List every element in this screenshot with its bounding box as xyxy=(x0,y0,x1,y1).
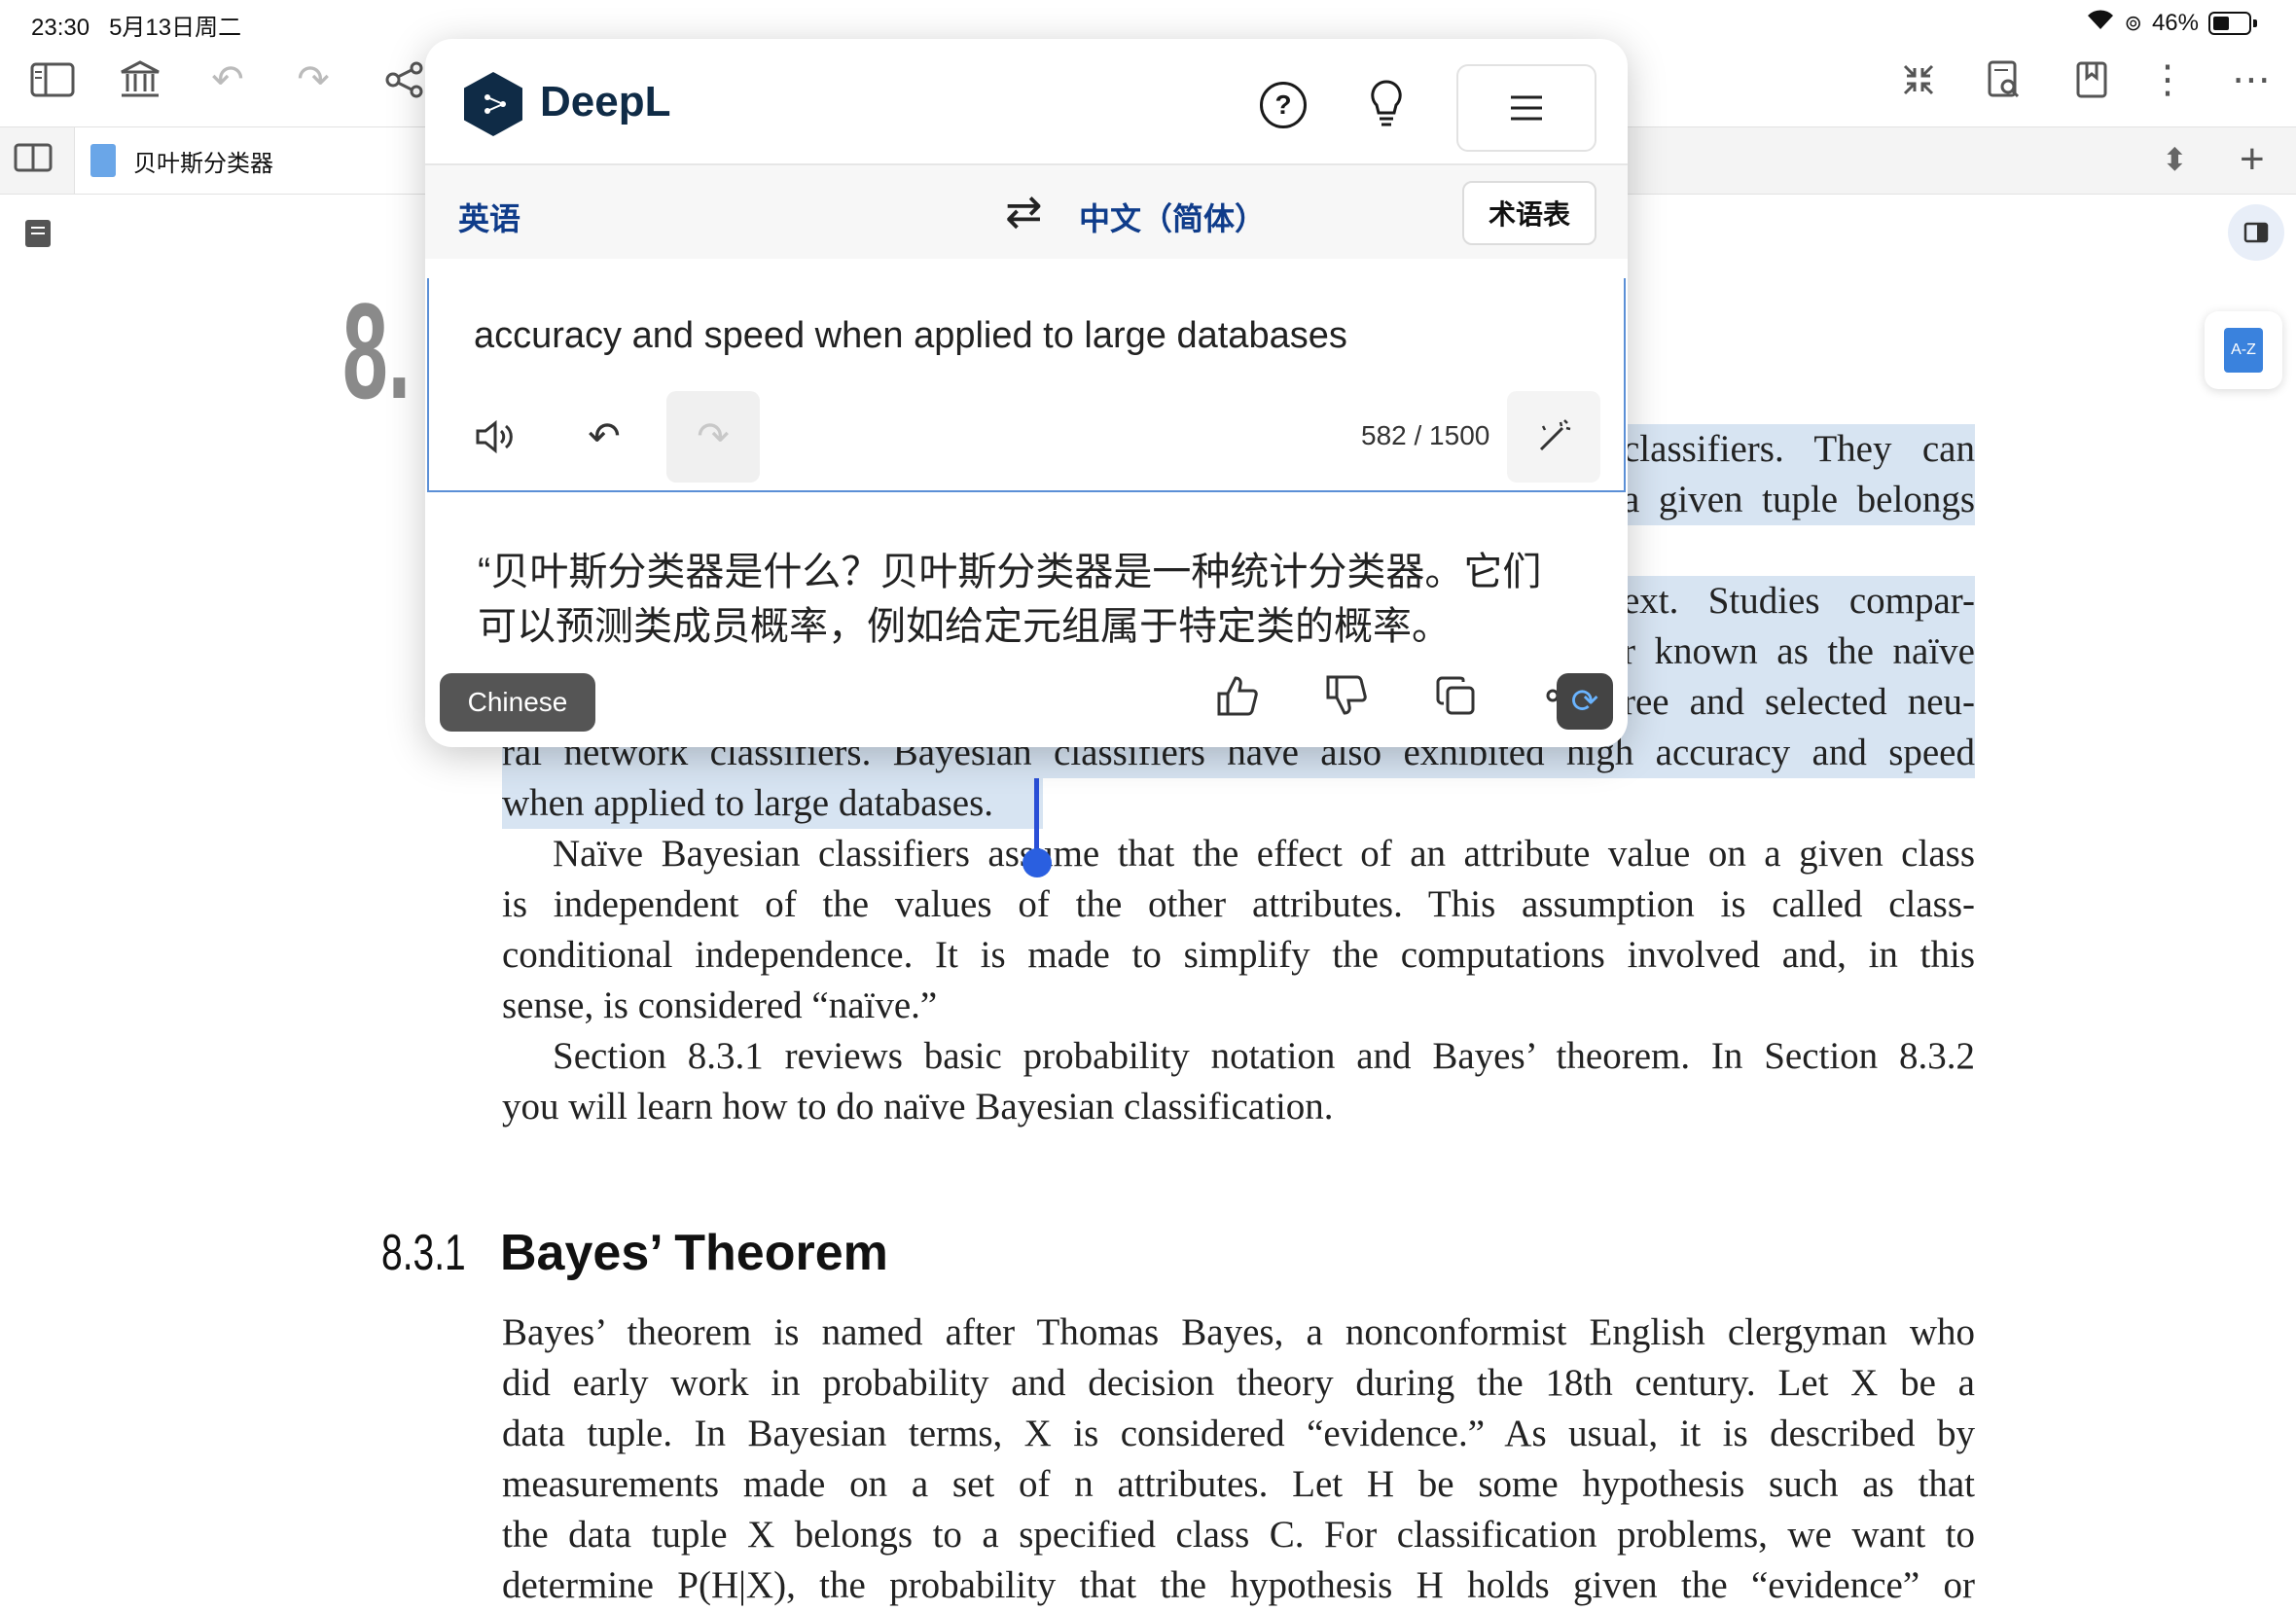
panel-toggle-icon[interactable] xyxy=(2228,204,2284,261)
clock: 23:30 xyxy=(31,15,90,41)
character-counter: 582 / 1500 xyxy=(1361,420,1490,450)
deepl-header: DeepL ? xyxy=(425,39,1628,165)
translation-line: 可以预测类成员概率，例如给定元组属于特定类的概率。 xyxy=(478,605,1451,648)
battery-percent: 46% xyxy=(2151,9,2199,36)
battery-icon xyxy=(2208,11,2251,35)
paragraph-line: determine P(H|X), the probability that t… xyxy=(502,1564,1975,1606)
paragraph-line: sense, is considered “naïve.” xyxy=(502,984,938,1026)
document-icon xyxy=(90,144,116,177)
language-row: 英语 ⇄ 中文（简体） 术语表 xyxy=(425,165,1628,259)
notebook-icon[interactable] xyxy=(23,218,53,254)
status-right: ⊚ 46% xyxy=(2086,8,2257,38)
tab-label: 贝叶斯分类器 xyxy=(133,150,273,177)
wifi-icon xyxy=(2086,8,2115,38)
paragraph-line: Bayes’ theorem is named after Thomas Bay… xyxy=(502,1311,1975,1353)
undo-text-icon[interactable]: ↶ xyxy=(557,391,651,483)
magic-wand-icon[interactable] xyxy=(1507,391,1600,483)
highlighted-line[interactable]: when applied to large databases. xyxy=(502,778,1043,829)
deepl-brand: DeepL xyxy=(540,78,671,125)
target-language[interactable]: 中文（简体） xyxy=(1079,195,1266,239)
highlighted-line[interactable]: classifiers. They can xyxy=(1623,424,1975,475)
paragraph-line: conditional independence. It is made to … xyxy=(502,934,1975,976)
lightbulb-icon[interactable] xyxy=(1367,78,1406,133)
translation-text[interactable]: “贝叶斯分类器是什么？贝叶斯分类器是一种统计分类器。它们 可以预测类成员概率，例… xyxy=(478,545,1567,654)
highlighted-line[interactable]: ree and selected neu- xyxy=(1623,677,1975,728)
paragraph-line: measurements made on a set of n attribut… xyxy=(502,1463,1975,1505)
translation-line: “贝叶斯分类器是什么？贝叶斯分类器是一种统计分类器。它们 xyxy=(478,551,1542,593)
add-tab-icon[interactable]: + xyxy=(2240,135,2265,184)
paragraph-line: data tuple. In Bayesian terms, X is cons… xyxy=(502,1413,1975,1454)
battery-tip xyxy=(2253,18,2257,27)
deepl-logo-mark xyxy=(484,91,507,125)
speaker-icon[interactable] xyxy=(448,391,542,483)
chapter-number: 8. xyxy=(342,274,412,427)
more-horizontal-icon[interactable]: ⋯ xyxy=(2224,53,2278,107)
undo-icon[interactable]: ↶ xyxy=(200,53,255,107)
glossary-button[interactable]: 术语表 xyxy=(1462,181,1596,245)
language-chip[interactable]: Chinese xyxy=(440,673,595,732)
copy-icon[interactable] xyxy=(1421,662,1489,730)
source-text[interactable]: accuracy and speed when applied to large… xyxy=(474,315,1347,357)
paragraph-line: Naïve Bayesian classifiers assume that t… xyxy=(553,833,1975,875)
tab-document[interactable]: 贝叶斯分类器 xyxy=(74,127,444,194)
selection-handle[interactable] xyxy=(1022,848,1052,877)
section-number: 8.3.1 xyxy=(381,1225,466,1281)
sync-icon[interactable]: ⟳ xyxy=(1557,673,1613,730)
share-icon[interactable] xyxy=(377,53,432,107)
paragraph-line: the data tuple X belongs to a specified … xyxy=(502,1514,1975,1556)
paragraph-line: you will learn how to do naïve Bayesian … xyxy=(502,1086,1334,1128)
paragraph-line: did early work in probability and decisi… xyxy=(502,1362,1975,1404)
dictionary-icon: A-Z xyxy=(2224,328,2263,373)
search-doc-icon[interactable] xyxy=(1977,53,2031,107)
translation-area: “贝叶斯分类器是什么？贝叶斯分类器是一种统计分类器。它们 可以预测类成员概率，例… xyxy=(425,525,1628,671)
bookmark-icon[interactable] xyxy=(2064,53,2119,107)
orientation-lock-icon: ⊚ xyxy=(2124,10,2142,35)
collapse-icon[interactable] xyxy=(1891,53,1946,107)
menu-button[interactable] xyxy=(1456,64,1596,152)
date: 5月13日周二 xyxy=(109,15,242,41)
sidebar-icon[interactable] xyxy=(25,53,80,107)
selection-cursor[interactable] xyxy=(1034,778,1039,856)
status-time: 23:30 5月13日周二 xyxy=(31,8,241,42)
library-icon[interactable] xyxy=(113,53,167,107)
reorder-icon[interactable]: ⬍ xyxy=(2162,141,2188,178)
highlighted-line[interactable]: ext. Studies compar- xyxy=(1623,576,1975,626)
help-icon[interactable]: ? xyxy=(1260,82,1307,128)
more-vertical-icon[interactable]: ⋮ xyxy=(2140,53,2195,107)
dictionary-tile[interactable]: A-Z xyxy=(2205,311,2282,389)
source-language[interactable]: 英语 xyxy=(458,195,520,239)
swap-languages-icon[interactable]: ⇄ xyxy=(1005,185,1043,237)
section-title: Bayes’ Theorem xyxy=(500,1225,888,1281)
redo-text-icon[interactable]: ↷ xyxy=(666,391,760,483)
paragraph-line: is independent of the values of the othe… xyxy=(502,883,1975,925)
thumbs-up-icon[interactable] xyxy=(1203,662,1272,730)
highlighted-line[interactable]: r known as the naïve xyxy=(1623,626,1975,677)
thumbs-down-icon[interactable] xyxy=(1312,662,1381,730)
split-view-icon[interactable] xyxy=(14,143,53,177)
deepl-panel: DeepL ? 英语 ⇄ 中文（简体） 术语表 accuracy and spe… xyxy=(425,39,1628,747)
paragraph-line: Section 8.3.1 reviews basic probability … xyxy=(553,1035,1975,1077)
highlighted-line[interactable]: a given tuple belongs xyxy=(1623,475,1975,525)
redo-icon[interactable]: ↷ xyxy=(286,53,341,107)
